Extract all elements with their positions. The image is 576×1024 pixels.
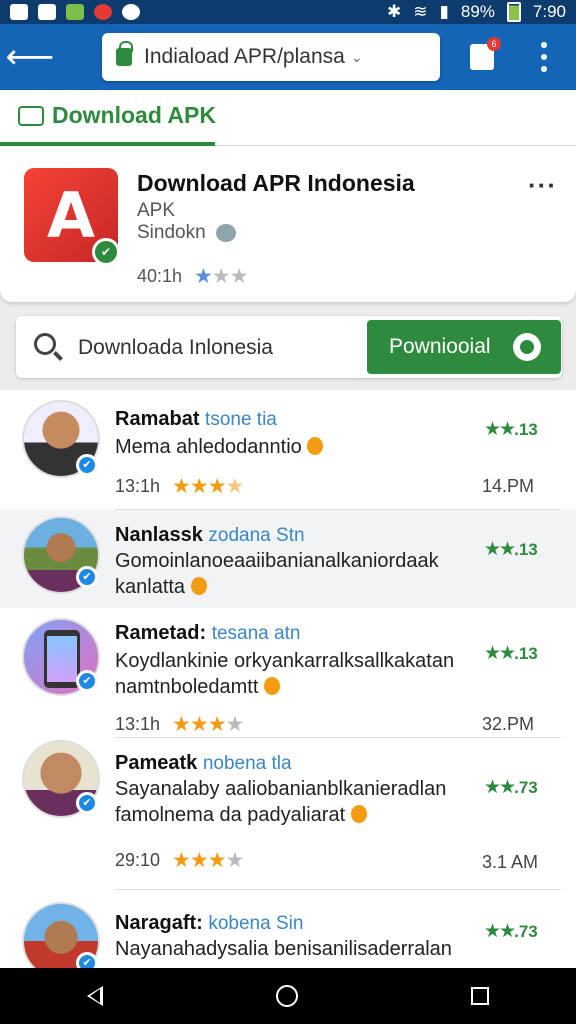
verified-icon: ✔ [76,566,98,588]
phone-image [44,630,80,688]
verified-icon: ✔ [76,454,98,476]
app-card: A ✔ Download APR Indonesia APK Sindokn 4… [0,146,576,302]
nav-back-icon[interactable] [86,986,103,1006]
nav-home-icon[interactable] [275,985,298,1007]
item-name: Ramabat tsone tia [115,408,277,430]
item-name: Nanlassk zodana Stn [115,524,305,546]
app-developer[interactable]: Sindokn [137,222,236,244]
list-item[interactable]: ✔ Nanlassk zodana Stn Gomoinlanoeaaiiban… [0,510,576,608]
item-tag: zodana Stn [208,525,305,546]
item-message: Koydlankinie orkyankarralksallkakatan na… [115,650,455,698]
coin-icon [307,437,324,455]
clock: 7:90 [532,2,566,21]
download-toggle-icon [513,333,541,361]
item-message: Gomoinlanoeaaiibanianalkaniordaak kanlat… [115,550,439,598]
score-stars-icon: ★★ [484,419,516,440]
coin-icon [190,577,207,595]
item-score: ★★.13 [484,419,538,440]
review-list: ✔ Ramabat tsone tia Mema ahledodanntio ★… [0,390,576,968]
url-bar[interactable]: Indiaload APR/plansa ⌄ [102,33,440,81]
rating-stars: ★★★★ [172,713,244,736]
developer-name: Sindokn [137,222,206,243]
item-message: Sayanalaby aaliobanianblkanieradlan famo… [115,778,447,826]
battery-level: 89% [460,2,495,21]
rating-stars: ★★★★ [172,849,244,872]
item-score: ★★.13 [484,643,538,664]
verified-icon: ✔ [76,670,98,692]
tab-bar: Download APK [0,90,576,146]
chat-icon [122,4,140,20]
app-bar: ⟵ Indiaload APR/plansa ⌄ 6 [0,24,576,90]
download-button-label: Powniooial [389,335,491,358]
item-score: ★★.13 [484,539,538,560]
back-arrow-icon[interactable]: ⟵ [0,24,60,90]
item-time: 13:1h ★★★★ [115,713,244,736]
item-time: 29:10 ★★★★ [115,849,244,872]
notification-badge: 6 [487,37,501,51]
score-stars-icon: ★★ [484,643,516,664]
search-input[interactable]: Downloada Inlonesia [78,336,273,360]
list-item[interactable]: ✔ Naragaft: kobena Sin Nayanahadysalia b… [0,890,576,968]
app-meta-text: 40:1h [137,266,183,286]
item-time: 13:1h ★★★★ [115,475,244,498]
developer-icon [215,224,236,242]
overflow-menu-icon[interactable] [534,42,554,72]
list-item[interactable]: ✔ Ramabat tsone tia Mema ahledodanntio ★… [0,390,576,510]
download-button[interactable]: Powniooial [367,320,561,374]
signal-icon: ▮ [439,2,449,21]
chevron-down-icon[interactable]: ⌄ [351,49,363,66]
item-score: ★★.73 [484,777,538,798]
app-meta: 40:1h ★★★ [137,264,249,289]
item-timestamp: 3.1 AM [482,852,539,872]
item-timestamp: 14.PM [482,476,535,496]
media-icon [94,4,112,20]
score-stars-icon: ★★ [484,777,516,798]
more-options-icon[interactable]: ··· [528,170,557,201]
coin-icon [263,677,280,695]
item-timestamp: 32.PM [482,714,535,734]
list-item[interactable]: ✔ Rametad: tesana atn Koydlankinie orkya… [0,608,576,738]
tab-label: Download APK [52,102,216,128]
search-row: Downloada Inlonesia Powniooial [16,316,562,378]
nav-recents-icon[interactable] [471,987,490,1005]
coin-icon [350,805,367,823]
item-name: Naragaft: kobena Sin [115,912,304,934]
item-name: Rametad: tesana atn [115,622,301,644]
score-stars-icon: ★★ [484,921,516,942]
url-text: Indiaload APR/plansa [144,45,345,68]
verified-icon: ✔ [76,792,98,814]
wifi-icon: ≋ [413,2,428,21]
search-icon [34,333,56,355]
item-tag: nobena tla [202,753,292,774]
image-icon [10,4,28,20]
app-title: Download APR Indonesia [137,170,415,196]
battery-icon [506,2,521,22]
item-tag: tsone tia [205,409,277,430]
system-nav-bar [0,968,576,1024]
app-rating-stars: ★★★ [194,265,248,288]
status-bar: ✱ ≋ ▮ 89% 7:90 [0,0,576,24]
app-subtitle: APK [137,200,176,221]
bluetooth-icon: ✱ [387,2,402,21]
verified-icon: ✔ [92,238,120,266]
item-tag: tesana atn [211,623,301,644]
list-item[interactable]: ✔ Pameatk nobena tla Sayanalaby aalioban… [0,738,576,890]
item-score: ★★.73 [484,921,538,942]
rating-stars: ★★★★ [172,475,244,498]
item-name: Pameatk nobena tla [115,752,292,774]
verified-icon: ✔ [76,952,98,968]
score-stars-icon: ★★ [484,539,516,560]
item-message: Nayanahadysalia benisanilisaderralan [115,938,452,960]
item-message: Mema ahledodanntio [115,434,460,460]
download-tab-icon [18,105,44,126]
item-tag: kobena Sin [208,913,304,934]
message-icon [38,4,56,20]
tab-download-apk[interactable]: Download APK [18,102,216,129]
app-icon [66,4,84,20]
lock-icon [116,41,133,66]
notification-icon[interactable]: 6 [470,37,501,70]
app-logo-letter: A [47,178,95,252]
